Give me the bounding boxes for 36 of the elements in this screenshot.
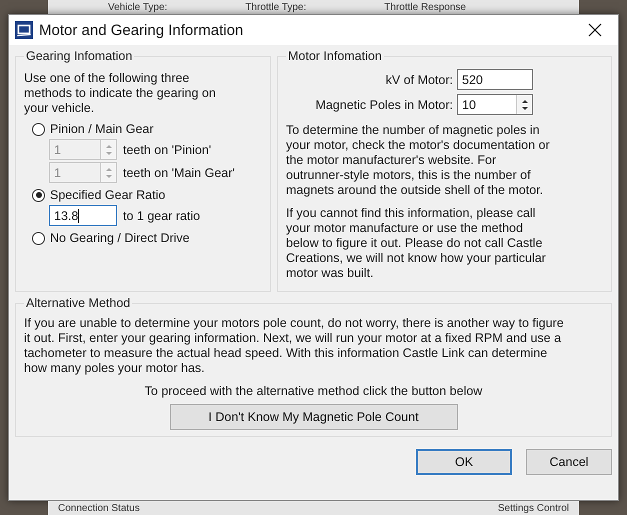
pole-count-button[interactable]: I Don't Know My Magnetic Pole Count <box>170 404 458 430</box>
radio-button[interactable] <box>32 122 45 136</box>
up-down-arrows-icon <box>520 98 528 112</box>
dialog-button[interactable]: OK <box>416 449 512 475</box>
radio-option[interactable]: Specified Gear Ratio <box>32 188 262 202</box>
info-text: If you cannot find this information, please call your motor manufacture or use the method below to figure it out. Please do not call Castle Creations, we will not know how your particular motor was built. <box>286 206 547 281</box>
gear-ratio-field[interactable]: 13.8 <box>49 205 117 226</box>
number-spinner[interactable]: 10 <box>457 94 533 115</box>
field-suffix: to 1 gear ratio <box>123 208 200 222</box>
prompt-text: To proceed with the alternative method click the button below <box>144 384 484 399</box>
instruction-text: Use one of the following three methods to indicate the gearing on your vehicle. <box>24 71 217 116</box>
group-title: Motor Infomation <box>287 49 383 63</box>
field-suffix: teeth on 'Pinion' <box>123 142 212 156</box>
group-title: Gearing Infomation <box>25 49 134 63</box>
close-icon <box>588 23 602 37</box>
radio-option[interactable]: No Gearing / Direct Drive <box>32 231 262 245</box>
dialog-button[interactable]: Cancel <box>526 449 612 475</box>
field-suffix: teeth on 'Main Gear' <box>123 166 235 180</box>
background-label: Vehicle Type: <box>108 2 168 12</box>
field-label: Magnetic Poles in Motor: <box>315 98 453 112</box>
radio-option[interactable]: Pinion / Main Gear <box>32 122 262 136</box>
group-title: Alternative Method <box>25 296 132 310</box>
background-label: Throttle Response <box>384 2 466 12</box>
field-label: kV of Motor: <box>386 72 453 86</box>
up-down-arrows-icon <box>104 142 112 156</box>
window-title: Motor and Gearing Information <box>39 22 244 38</box>
background-label: Connection Status <box>58 502 140 514</box>
radio-button[interactable] <box>32 188 45 202</box>
kv-field[interactable]: 520 <box>457 69 533 90</box>
background-label: Throttle Type: <box>245 2 306 12</box>
background-label: Settings Control <box>498 502 569 514</box>
app-logo-icon <box>15 21 33 39</box>
info-text: To determine the number of magnetic poles in your motor, check the motor's documentation or the motor manufacturer's website. For outrunner-style motors, this is the number of magnets around the outside shell of the motor. <box>286 123 551 198</box>
radio-button[interactable] <box>32 232 45 244</box>
up-down-arrows-icon <box>104 166 112 180</box>
info-text: If you are unable to determine your motors pole count, do not worry, there is another way to figure it out. First, enter your gearing information. Next, we will run your motor at a fixed RPM and use a tachometer to measure the actual head speed. With this information Castle Link can determine how many poles your motor has. <box>24 316 565 376</box>
